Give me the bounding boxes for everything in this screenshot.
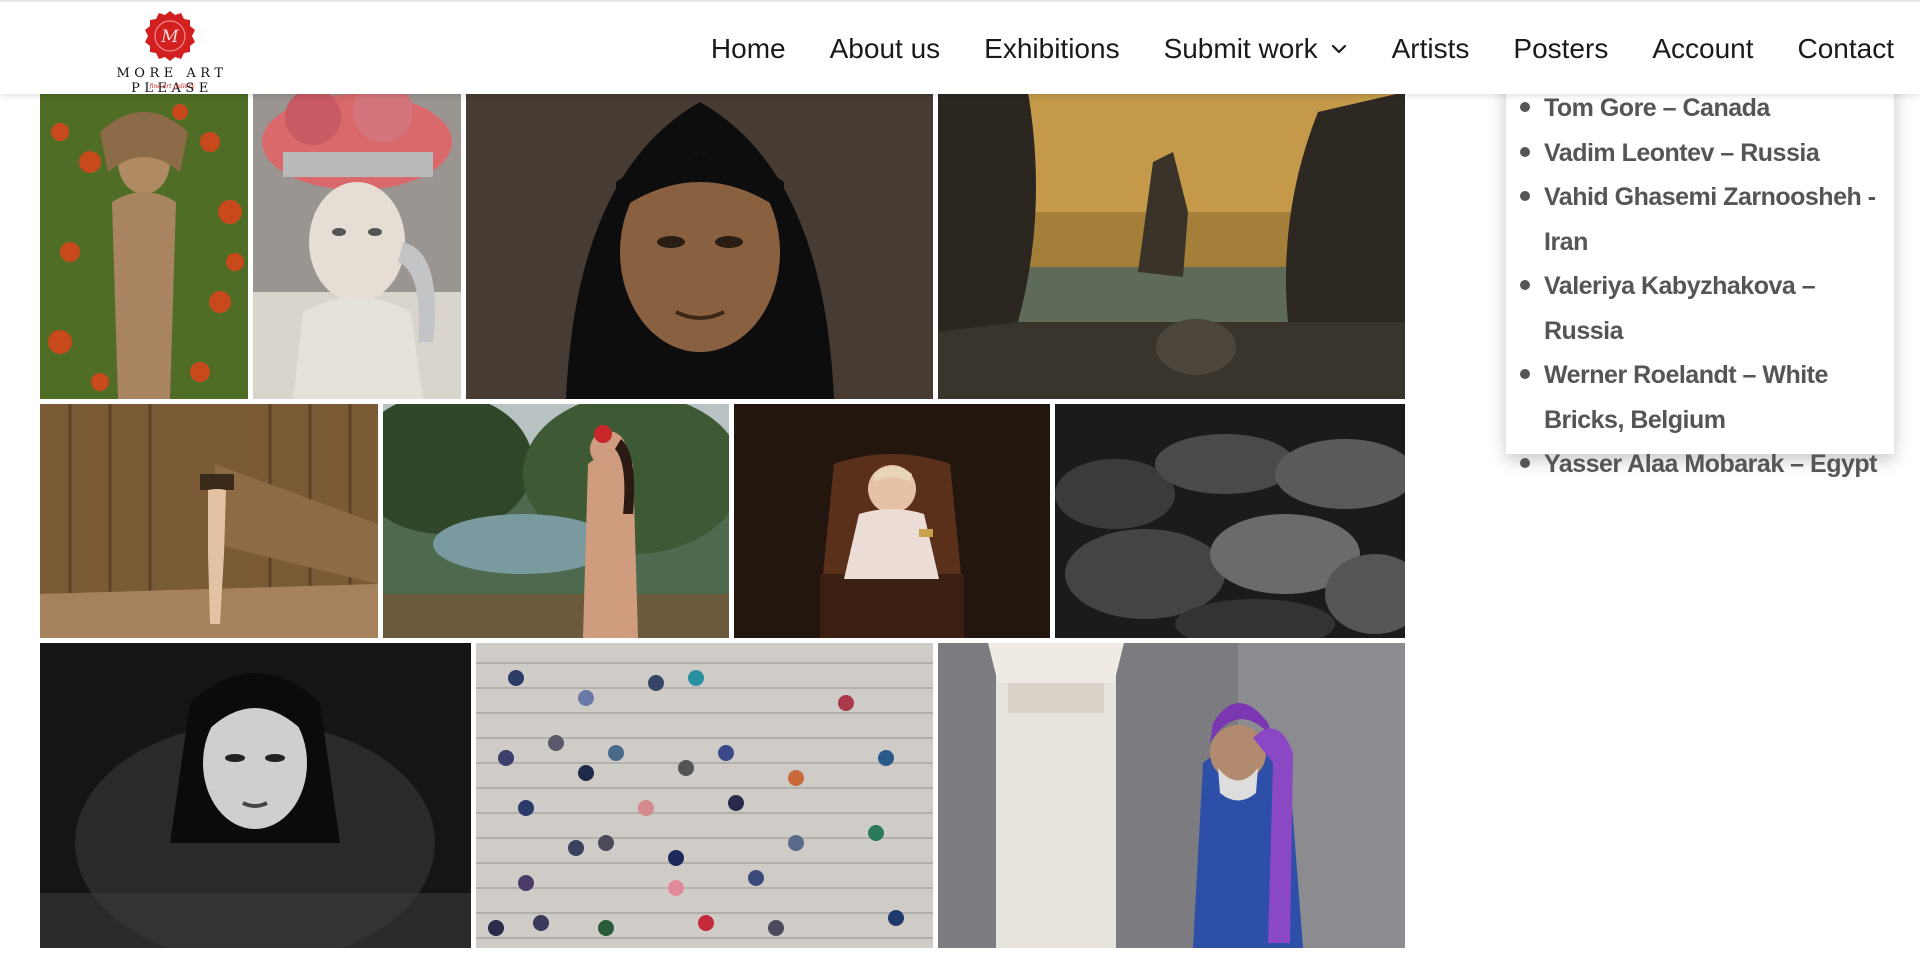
nav-label: Submit work (1163, 33, 1318, 64)
artist-list-item[interactable]: Vadim Leontev – Russia (1506, 131, 1894, 176)
site-logo[interactable]: M MORE ART PLEASE fine art gallery (72, 10, 272, 96)
site-header: M MORE ART PLEASE fine art gallery Home … (0, 0, 1920, 96)
nav-label: Artists (1391, 33, 1470, 64)
bullet-icon (1520, 146, 1530, 157)
artwork-figure-in-wooden-room[interactable] (40, 404, 378, 638)
bullet-icon (1520, 191, 1530, 201)
nav-item-submit-work[interactable]: Submit work (1164, 33, 1348, 65)
artwork-man-with-purple-turban[interactable] (938, 643, 1405, 948)
artwork-elderly-woman-portrait[interactable] (466, 92, 933, 399)
nav-item-about-us[interactable]: About us (830, 33, 941, 65)
artwork-woman-in-landscape-painting[interactable] (383, 404, 729, 638)
artwork-woman-in-flowers[interactable] (40, 92, 248, 399)
brand-name: MORE ART PLEASE (116, 66, 228, 96)
artwork-veiled-figures-bw[interactable] (1055, 404, 1405, 638)
bullet-icon (1520, 458, 1530, 468)
artist-list-item[interactable]: Werner Roelandt – White Bricks, Belgium (1506, 353, 1894, 442)
artist-list-item[interactable]: Valeriya Kabyzhakova – Russia (1506, 264, 1894, 353)
brand-tagline: fine art gallery (149, 83, 195, 90)
main-nav: Home About us Exhibitions Submit work Ar… (711, 2, 1894, 96)
nav-label: Account (1652, 33, 1754, 64)
artist-list: Tom Gore – Canada Vadim Leontev – Russia… (1506, 86, 1894, 487)
wax-seal-icon: M (145, 11, 195, 61)
artwork-girl-with-red-hat[interactable] (253, 92, 461, 399)
bullet-icon (1520, 102, 1530, 112)
artwork-bw-woman-portrait[interactable] (40, 643, 471, 948)
nav-item-posters[interactable]: Posters (1513, 33, 1608, 65)
nav-label: Home (710, 33, 786, 64)
artist-link[interactable]: Tom Gore – Canada (1544, 94, 1770, 122)
nav-label: About us (829, 33, 941, 64)
artwork-gallery (0, 0, 1420, 980)
nav-item-home[interactable]: Home (711, 33, 786, 65)
artwork-crowd-on-steps[interactable] (476, 643, 933, 948)
artist-list-item[interactable]: Vahid Ghasemi Zarnoosheh -Iran (1506, 175, 1894, 264)
nav-item-account[interactable]: Account (1652, 33, 1753, 65)
nav-item-artists[interactable]: Artists (1392, 33, 1470, 65)
artist-list-item[interactable]: Yasser Alaa Mobarak – Egypt (1506, 442, 1894, 487)
seal-letter: M (160, 27, 179, 47)
nav-item-contact[interactable]: Contact (1798, 33, 1895, 65)
artwork-child-in-chair[interactable] (734, 404, 1050, 638)
chevron-down-icon[interactable] (1330, 40, 1348, 58)
artist-list-card: Tom Gore – Canada Vadim Leontev – Russia… (1506, 60, 1894, 478)
artist-link[interactable]: Vadim Leontev – Russia (1544, 139, 1820, 167)
nav-item-exhibitions[interactable]: Exhibitions (984, 33, 1119, 65)
artwork-sea-rocks-landscape[interactable] (938, 92, 1405, 399)
artist-link[interactable]: Vahid Ghasemi Zarnoosheh -Iran (1544, 183, 1876, 256)
bullet-icon (1520, 369, 1530, 379)
artist-link[interactable]: Werner Roelandt – White Bricks, Belgium (1544, 361, 1828, 434)
nav-label: Exhibitions (984, 33, 1120, 64)
artist-link[interactable]: Yasser Alaa Mobarak – Egypt (1544, 450, 1877, 478)
bullet-icon (1520, 280, 1530, 290)
nav-label: Posters (1513, 33, 1609, 64)
nav-label: Contact (1797, 33, 1895, 64)
artist-link[interactable]: Valeriya Kabyzhakova – Russia (1544, 272, 1816, 345)
